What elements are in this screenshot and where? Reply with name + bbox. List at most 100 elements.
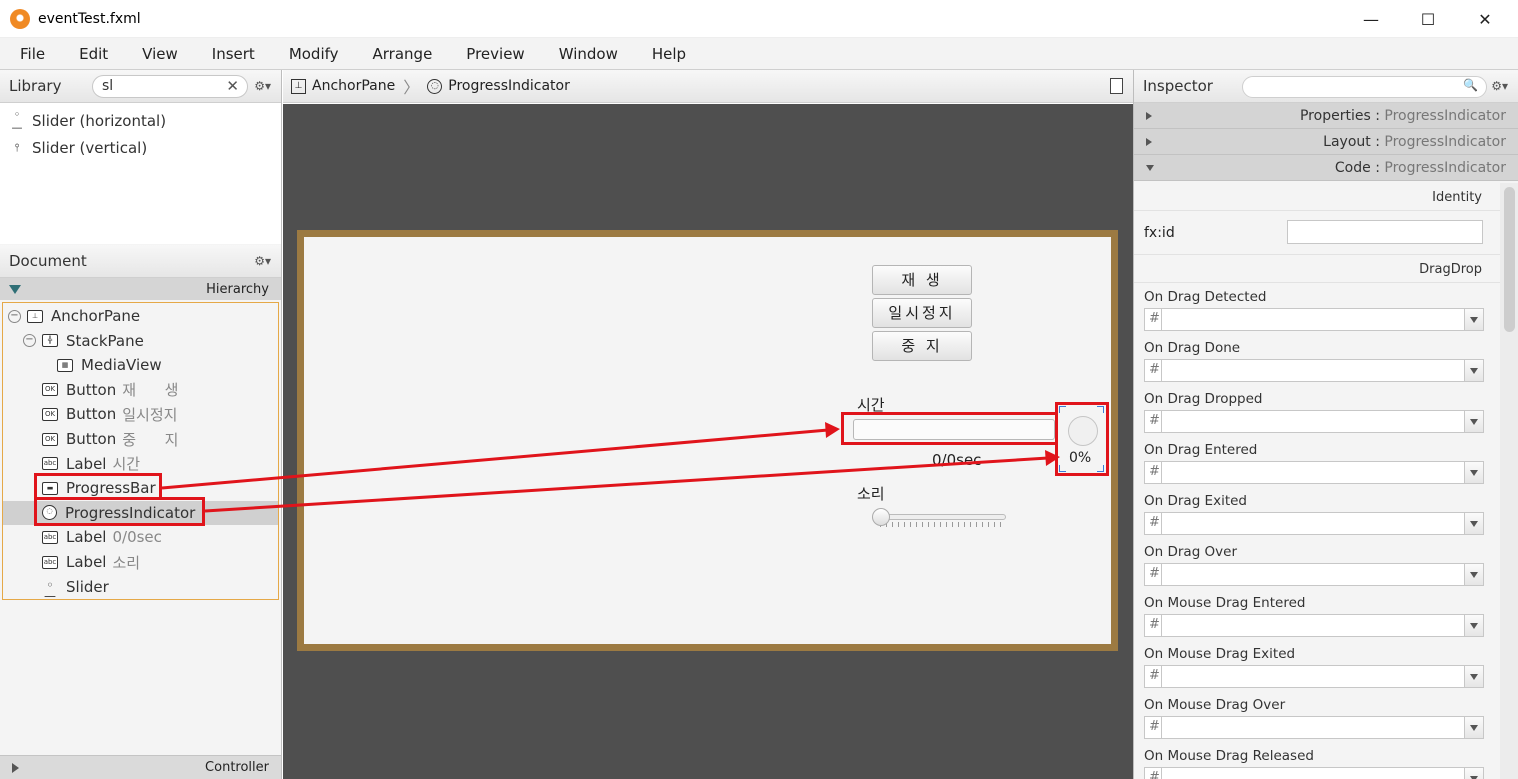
- event-handler-row: On Mouse Drag Exited #: [1134, 640, 1500, 691]
- field-separator: [1161, 615, 1162, 636]
- button-icon: OK: [42, 407, 58, 421]
- event-handler-input[interactable]: #: [1144, 716, 1484, 739]
- tree-node-type: StackPane: [66, 331, 144, 350]
- expand-triangle-icon[interactable]: [12, 762, 19, 773]
- document-gear-icon[interactable]: ⚙▾: [254, 254, 271, 268]
- tree-node-slider[interactable]: ◦— Slider: [3, 575, 278, 603]
- label-icon: abc: [42, 555, 58, 569]
- library-item-slider-horizontal[interactable]: ◦— Slider (horizontal): [0, 107, 281, 134]
- tree-node-stackpane[interactable]: − ╬ StackPane: [3, 329, 278, 353]
- maximize-button[interactable]: ☐: [1399, 0, 1457, 38]
- tree-node-button[interactable]: OK Button 중 지: [3, 427, 278, 451]
- chevron-down-icon[interactable]: [1464, 411, 1483, 432]
- inspector-scrollbar[interactable]: [1500, 183, 1518, 779]
- menu-arrange[interactable]: Arrange: [353, 45, 447, 63]
- hash-prefix: #: [1149, 362, 1160, 377]
- scene-builder-logo-icon: [10, 8, 30, 29]
- breadcrumb-item-progressindicator[interactable]: ProgressIndicator: [448, 78, 570, 94]
- menu-bar: File Edit View Insert Modify Arrange Pre…: [0, 38, 1518, 70]
- event-handler-input[interactable]: #: [1144, 461, 1484, 484]
- tree-node-label[interactable]: abc Label 소리: [3, 550, 278, 574]
- tree-node-label[interactable]: abc Label 시간: [3, 452, 278, 476]
- menu-file[interactable]: File: [0, 45, 59, 63]
- tree-node-button[interactable]: OK Button 일시정지: [3, 402, 278, 426]
- event-handler-input[interactable]: #: [1144, 308, 1484, 331]
- event-handler-input[interactable]: #: [1144, 359, 1484, 382]
- minimize-button[interactable]: —: [1342, 0, 1400, 38]
- tree-toggle-icon[interactable]: −: [8, 309, 21, 323]
- chevron-down-icon[interactable]: [1464, 360, 1483, 381]
- fxid-input[interactable]: [1287, 220, 1483, 244]
- library-item-label: Slider (vertical): [32, 138, 148, 157]
- collapse-triangle-icon[interactable]: [9, 284, 21, 294]
- volume-slider-track[interactable]: [876, 514, 1006, 520]
- anchorpane-icon: ⊥: [291, 78, 306, 94]
- inspector-gear-icon[interactable]: ⚙▾: [1491, 79, 1508, 93]
- hierarchy-bar[interactable]: Hierarchy: [0, 278, 281, 300]
- library-search-input[interactable]: sl ✕: [92, 75, 248, 98]
- event-handler-input[interactable]: #: [1144, 614, 1484, 637]
- library-gear-icon[interactable]: ⚙▾: [254, 79, 271, 93]
- tree-node-text: 0/0sec: [112, 528, 162, 547]
- label-icon: abc: [42, 530, 58, 544]
- event-handler-label: On Drag Entered: [1144, 442, 1258, 458]
- chevron-down-icon[interactable]: [1464, 564, 1483, 585]
- hierarchy-tree: − ⊥ AnchorPane − ╬ StackPane ▦ MediaView OK Butto…: [2, 302, 279, 603]
- tree-toggle-icon[interactable]: −: [23, 334, 36, 348]
- menu-view[interactable]: View: [122, 45, 192, 63]
- menu-preview[interactable]: Preview: [446, 45, 538, 63]
- library-item-slider-vertical[interactable]: ⫯ Slider (vertical): [0, 134, 281, 161]
- chevron-down-icon[interactable]: [1464, 615, 1483, 636]
- event-handler-label: On Mouse Drag Over: [1144, 697, 1286, 713]
- volume-slider-ticks: [880, 522, 1004, 527]
- menu-edit[interactable]: Edit: [59, 45, 122, 63]
- inspector-search-input[interactable]: 🔍: [1242, 76, 1487, 98]
- inspector-scroll-thumb[interactable]: [1504, 187, 1515, 332]
- pause-button[interactable]: 일시정지: [872, 298, 972, 328]
- section-code[interactable]: Code : ProgressIndicator: [1134, 155, 1518, 181]
- controller-bar[interactable]: Controller: [0, 755, 281, 779]
- menu-help[interactable]: Help: [632, 45, 700, 63]
- menu-modify[interactable]: Modify: [269, 45, 353, 63]
- chevron-down-icon[interactable]: [1464, 513, 1483, 534]
- volume-slider-thumb[interactable]: [872, 508, 890, 526]
- event-handler-row: On Drag Exited #: [1134, 487, 1500, 538]
- tree-node-text: 재 생: [122, 381, 179, 400]
- slider-vertical-icon: ⫯: [14, 140, 20, 154]
- event-handler-input[interactable]: #: [1144, 410, 1484, 433]
- time-readout-label: 0/0sec: [932, 451, 982, 469]
- field-separator: [1161, 564, 1162, 585]
- fxid-row: fx:id: [1134, 211, 1500, 255]
- tree-node-button[interactable]: OK Button 재 생: [3, 378, 278, 402]
- event-handler-row: On Drag Done #: [1134, 334, 1500, 385]
- section-properties[interactable]: Properties : ProgressIndicator: [1134, 103, 1518, 129]
- play-button[interactable]: 재 생: [872, 265, 972, 295]
- breadcrumb-item-anchorpane[interactable]: AnchorPane: [312, 78, 395, 94]
- event-handler-input[interactable]: #: [1144, 563, 1484, 586]
- menu-insert[interactable]: Insert: [192, 45, 269, 63]
- section-layout[interactable]: Layout : ProgressIndicator: [1134, 129, 1518, 155]
- library-title: Library: [9, 77, 62, 95]
- annotation-box-progressindicator-tree: [34, 497, 205, 526]
- close-button[interactable]: ✕: [1456, 0, 1514, 38]
- chevron-down-icon[interactable]: [1464, 462, 1483, 483]
- stop-button[interactable]: 중 지: [872, 331, 972, 361]
- chevron-down-icon[interactable]: [1464, 768, 1483, 779]
- event-handler-input[interactable]: #: [1144, 512, 1484, 535]
- event-handler-label: On Mouse Drag Entered: [1144, 595, 1306, 611]
- search-icon: 🔍: [1463, 78, 1478, 92]
- event-handler-row: On Drag Detected #: [1134, 283, 1500, 334]
- event-handler-input[interactable]: #: [1144, 665, 1484, 688]
- menu-window[interactable]: Window: [539, 45, 632, 63]
- tree-node-anchorpane[interactable]: − ⊥ AnchorPane: [3, 304, 278, 328]
- tree-node-mediaview[interactable]: ▦ MediaView: [3, 353, 278, 377]
- event-handler-row: On Drag Entered #: [1134, 436, 1500, 487]
- tree-node-label[interactable]: abc Label 0/0sec: [3, 525, 278, 549]
- event-handler-input[interactable]: #: [1144, 767, 1484, 779]
- chevron-down-icon[interactable]: [1464, 666, 1483, 687]
- tree-node-type: AnchorPane: [51, 307, 141, 325]
- chevron-down-icon[interactable]: [1464, 717, 1483, 738]
- document-icon[interactable]: [1110, 78, 1123, 94]
- clear-search-icon[interactable]: ✕: [226, 76, 239, 97]
- chevron-down-icon[interactable]: [1464, 309, 1483, 330]
